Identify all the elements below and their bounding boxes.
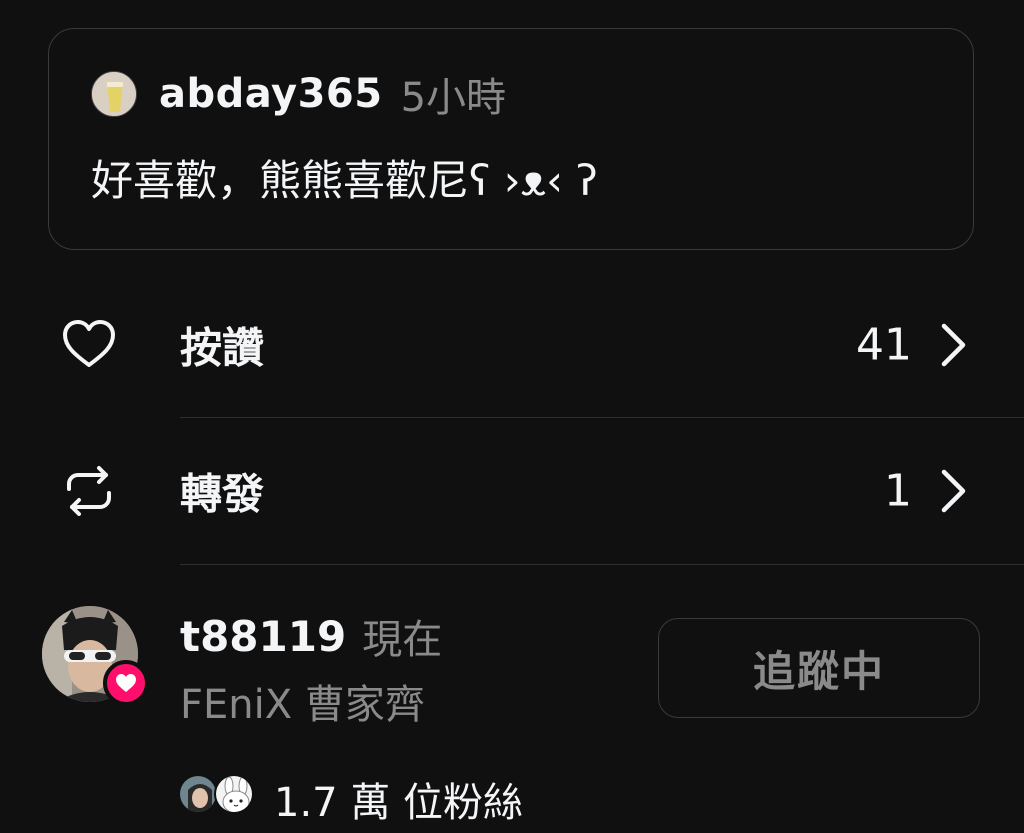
row-divider [180, 564, 1024, 565]
follow-badge [103, 660, 149, 706]
quoted-post-card[interactable]: abday365 5小時 好喜歡，熊熊喜歡尼ʕ ›ᴥ‹ ʔ [48, 28, 974, 250]
follower-timestamp: 現在 [362, 617, 443, 663]
follower-username[interactable]: t88119 [180, 612, 346, 661]
following-button[interactable]: 追蹤中 [658, 618, 980, 718]
chevron-right-icon [941, 469, 966, 513]
likes-label: 按讚 [180, 323, 265, 373]
person-avatar-icon [180, 776, 216, 812]
heart-icon [116, 674, 136, 692]
reposts-label: 轉發 [180, 469, 265, 519]
post-header: abday365 5小時 [91, 69, 506, 121]
follower-count: 1.7 萬 位粉絲 [274, 780, 524, 826]
mutual-follower-avatar [214, 774, 254, 814]
follower-full-name: FEniX 曹家齊 [180, 682, 425, 728]
likes-row[interactable]: 按讚 41 [0, 272, 1024, 418]
post-author-avatar[interactable] [91, 71, 137, 117]
post-author-username[interactable]: abday365 [159, 71, 383, 117]
reposts-row[interactable]: 轉發 1 [0, 418, 1024, 564]
post-timestamp: 5小時 [400, 75, 507, 121]
post-body-text: 好喜歡，熊熊喜歡尼ʕ ›ᴥ‹ ʔ [91, 156, 598, 205]
reposts-count: 1 [884, 465, 912, 517]
mutual-follower-avatar [178, 774, 218, 814]
repost-icon [67, 466, 111, 516]
drink-photo-icon [92, 72, 136, 116]
bunny-avatar-icon [216, 776, 252, 812]
heart-icon [63, 320, 115, 367]
chevron-right-icon [941, 323, 966, 367]
follower-header: t88119 現在 [180, 610, 443, 664]
likes-count: 41 [856, 319, 912, 371]
